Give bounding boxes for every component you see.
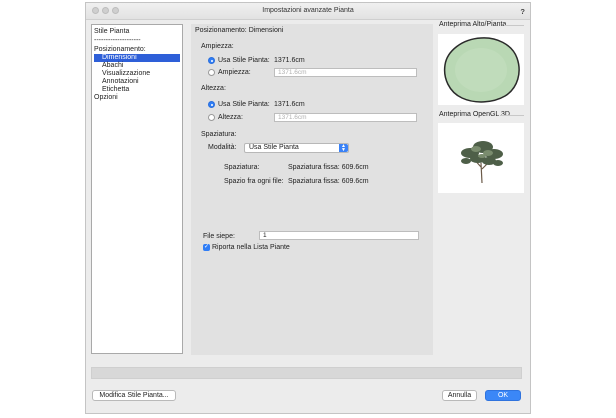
nav-item-etichetta[interactable]: Etichetta	[102, 86, 129, 94]
nav-item-dimensioni[interactable]: Dimensioni	[94, 54, 180, 62]
ampiezza-custom-label: Ampiezza:	[218, 69, 251, 76]
category-list[interactable]: Stile Pianta -------------------- Posizi…	[91, 24, 183, 354]
nav-item-posizionamento[interactable]: Posizionamento:	[94, 46, 146, 54]
altezza-use-style-value: 1371.6cm	[274, 101, 305, 108]
modalita-label: Modalità:	[208, 144, 237, 151]
ampiezza-section-label: Ampiezza:	[201, 43, 234, 50]
tree-3d-icon	[461, 141, 503, 184]
top-plan-preview	[438, 34, 524, 105]
altezza-input[interactable]: 1371.6cm	[274, 113, 417, 122]
ampiezza-use-style-value: 1371.6cm	[274, 57, 305, 64]
ok-button[interactable]: OK	[485, 390, 521, 401]
preview-divider	[504, 25, 524, 26]
modalita-select[interactable]: Usa Stile Pianta ▲ ▼	[244, 143, 349, 153]
row-spacing-value: Spaziatura fissa: 609.6cm	[288, 178, 369, 185]
altezza-custom-radio[interactable]	[208, 114, 215, 121]
nav-item-opzioni[interactable]: Opzioni	[94, 94, 118, 102]
cancel-button[interactable]: Annulla	[442, 390, 477, 401]
altezza-use-style-radio[interactable]	[208, 101, 215, 108]
nav-item-abachi[interactable]: Abachi	[102, 62, 123, 70]
riporta-checkbox[interactable]: ✓	[203, 244, 210, 251]
window-title: Impostazioni avanzate Pianta	[262, 7, 354, 14]
plant-canopy-icon	[443, 37, 520, 103]
ampiezza-input[interactable]: 1371.6cm	[274, 68, 417, 77]
help-icon[interactable]: ?	[520, 7, 525, 16]
chevron-updown-icon: ▲ ▼	[339, 144, 348, 153]
ampiezza-use-style-radio[interactable]	[208, 57, 215, 64]
spaziatura-section-label: Spaziatura:	[201, 131, 237, 138]
file-siepe-label: File siepe:	[203, 233, 235, 240]
opengl-3d-preview	[438, 123, 524, 193]
nav-separator: --------------------	[94, 37, 141, 44]
ampiezza-custom-radio[interactable]	[208, 69, 215, 76]
altezza-use-style-label: Usa Stile Pianta:	[218, 101, 270, 108]
altezza-custom-label: Altezza:	[218, 114, 243, 121]
settings-panel: Posizionamento: Dimensioni Ampiezza: Usa…	[191, 24, 433, 355]
row-spacing-label: Spazio fra ogni file:	[224, 178, 284, 185]
file-siepe-input[interactable]: 1	[259, 231, 419, 240]
riporta-label: Riporta nella Lista Piante	[212, 244, 290, 251]
spaziatura-label: Spaziatura:	[224, 164, 260, 171]
status-bar	[91, 367, 522, 379]
preview-divider-2	[500, 115, 524, 116]
nav-item-stile-pianta[interactable]: Stile Pianta	[94, 28, 129, 36]
settings-dialog: Impostazioni avanzate Pianta ? Stile Pia…	[85, 2, 531, 414]
top-preview-label: Anteprima Alto/Pianta	[439, 21, 507, 28]
edit-style-button[interactable]: Modifica Stile Pianta...	[92, 390, 176, 401]
nav-item-annotazioni[interactable]: Annotazioni	[102, 78, 139, 86]
panel-header: Posizionamento: Dimensioni	[195, 27, 284, 34]
modalita-select-value: Usa Stile Pianta	[249, 144, 299, 151]
ampiezza-use-style-label: Usa Stile Pianta:	[218, 57, 270, 64]
spaziatura-value: Spaziatura fissa: 609.6cm	[288, 164, 369, 171]
title-bar: Impostazioni avanzate Pianta ?	[86, 3, 530, 20]
nav-item-visualizzazione[interactable]: Visualizzazione	[102, 70, 150, 78]
altezza-section-label: Altezza:	[201, 85, 226, 92]
